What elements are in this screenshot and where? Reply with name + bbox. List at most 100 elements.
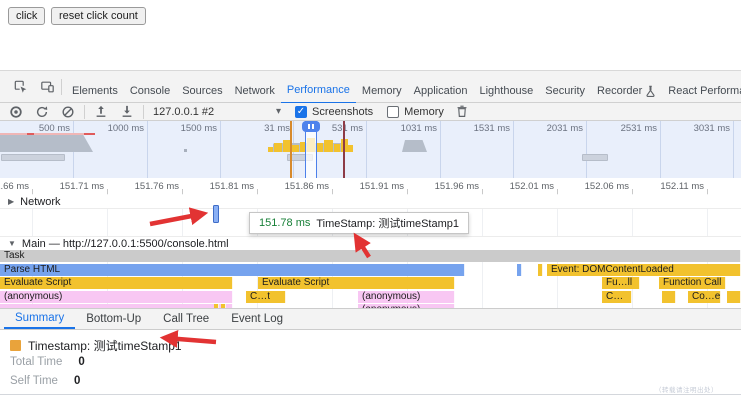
tab-lighthouse[interactable]: Lighthouse <box>473 78 539 104</box>
save-profile-icon[interactable] <box>120 105 134 119</box>
memory-label: Memory <box>404 106 444 118</box>
flame-bar-function-call[interactable]: Function Call <box>659 277 726 289</box>
tab-sources[interactable]: Sources <box>176 78 228 104</box>
long-task-indicator <box>0 133 95 135</box>
flame-bar-event-domcontentloaded[interactable]: Event: DOMContentLoaded <box>547 264 741 276</box>
click-button[interactable]: click <box>8 7 45 25</box>
summary-stat-label: Self Time <box>10 375 58 387</box>
screenshots-label: Screenshots <box>312 106 373 118</box>
checkbox-unchecked-icon[interactable] <box>387 106 399 118</box>
timeline-overview[interactable]: 500 ms1000 ms1500 ms31 ms531 ms1031 ms15… <box>0 121 741 178</box>
cpu-dot <box>184 149 187 152</box>
profile-select[interactable]: 127.0.0.1 #2 ▾ <box>153 106 281 118</box>
detail-ruler: 151.66 ms151.71 ms151.76 ms151.81 ms151.… <box>0 178 741 194</box>
record-icon[interactable] <box>9 105 23 119</box>
summary-legend-label: Timestamp: 测试timeStamp1 <box>28 337 182 354</box>
flame-bar-evaluate-script[interactable]: Evaluate Script <box>0 277 233 289</box>
overview-tick-label: 31 ms <box>230 123 290 134</box>
memory-checkbox[interactable]: Memory <box>387 106 444 118</box>
details-tab-summary[interactable]: Summary <box>4 309 75 329</box>
overview-network-bar <box>1 154 65 161</box>
disclosure-collapsed-icon[interactable]: ▶ <box>8 197 14 206</box>
tab-console[interactable]: Console <box>124 78 176 104</box>
page-area: click reset click count <box>0 0 741 70</box>
device-toolbar-icon[interactable] <box>40 79 55 94</box>
flame-bar-evaluate-script[interactable]: Evaluate Script <box>258 277 455 289</box>
summary-panel: Timestamp: 测试timeStamp1 Total Time0 Self … <box>0 330 741 395</box>
flask-icon <box>645 85 656 97</box>
overview-tick-label: 3031 ms <box>670 123 730 134</box>
tab-react-performance[interactable]: React Performance <box>662 78 741 104</box>
scripting-activity-bar <box>274 143 282 152</box>
overview-grid-line <box>586 121 587 178</box>
summary-stat-row: Total Time0 <box>10 356 85 368</box>
ruler-tick-label: 151.81 ms <box>184 181 254 192</box>
flame-bar--anonymous-[interactable]: (anonymous) <box>358 291 455 303</box>
overview-grid-line <box>513 121 514 178</box>
flame-bar-task[interactable]: Task <box>0 250 741 262</box>
overview-tick-label: 1031 ms <box>377 123 437 134</box>
network-section-label: Network <box>20 196 60 208</box>
tab-network[interactable]: Network <box>229 78 281 104</box>
profile-select-value: 127.0.0.1 #2 <box>153 106 214 118</box>
overview-grid-line <box>220 121 221 178</box>
main-section-label: Main — http://127.0.0.1:5500/console.htm… <box>22 238 229 250</box>
grip-line <box>308 124 310 129</box>
scripting-activity-bar <box>291 145 299 152</box>
tab-security[interactable]: Security <box>539 78 591 104</box>
ruler-tick-label: 152.06 ms <box>559 181 629 192</box>
selection-grip-handle[interactable] <box>302 121 320 132</box>
flame-bar-co-e[interactable]: Co…e <box>688 291 721 303</box>
cpu-activity-shape <box>0 134 93 152</box>
overview-grid-line <box>366 121 367 178</box>
summary-stat-value: 0 <box>78 356 84 368</box>
checkbox-checked-icon[interactable]: ✓ <box>295 106 307 118</box>
flame-bar[interactable] <box>517 264 522 276</box>
overview-dark-red-line <box>343 121 345 178</box>
details-tab-bottom-up[interactable]: Bottom-Up <box>75 309 152 329</box>
details-tab-bar: SummaryBottom-UpCall TreeEvent Log <box>0 308 741 330</box>
disclosure-expanded-icon[interactable]: ▼ <box>8 239 16 248</box>
tab-memory[interactable]: Memory <box>356 78 408 104</box>
scripting-activity-bar <box>324 140 333 152</box>
clear-icon[interactable] <box>61 105 75 119</box>
load-profile-icon[interactable] <box>94 105 108 119</box>
scripting-activity-bar <box>316 143 323 152</box>
flame-bar[interactable] <box>662 291 676 303</box>
overview-network-bar <box>582 154 608 161</box>
flame-bar[interactable] <box>727 291 741 303</box>
details-tab-event-log[interactable]: Event Log <box>220 309 294 329</box>
tab-application[interactable]: Application <box>408 78 474 104</box>
timestamp-tooltip: 151.78 ms TimeStamp: 测试timeStamp1 <box>249 212 469 234</box>
overview-grid-line <box>733 121 734 178</box>
watermark: （转载请注明出处） <box>655 384 718 394</box>
reload-icon[interactable] <box>35 105 49 119</box>
trash-icon[interactable] <box>456 105 468 118</box>
flame-bar-c-[interactable]: C… <box>602 291 632 303</box>
flamechart-tracks: ▶ Network 151.78 ms TimeStamp: 测试timeSta… <box>0 194 741 308</box>
ruler-tick-label: 151.86 ms <box>259 181 329 192</box>
flame-bar--anonymous-[interactable]: (anonymous) <box>0 291 233 303</box>
flame-bar-c-t[interactable]: C…t <box>246 291 286 303</box>
timestamp-color-swatch <box>10 340 21 351</box>
inspect-element-icon[interactable] <box>13 79 28 94</box>
screen: click reset click count ElementsConsoleS… <box>0 0 741 400</box>
flame-bar-fu-ll[interactable]: Fu…ll <box>602 277 640 289</box>
flame-bar[interactable] <box>538 264 543 276</box>
overview-grid-line <box>440 121 441 178</box>
reset-click-count-button[interactable]: reset click count <box>51 7 146 25</box>
scripting-activity-bar <box>334 144 340 152</box>
network-section-header[interactable]: ▶ Network <box>0 195 741 209</box>
screenshots-checkbox[interactable]: ✓ Screenshots <box>295 106 373 118</box>
grip-line <box>312 124 314 129</box>
summary-legend: Timestamp: 测试timeStamp1 <box>10 337 182 354</box>
tab-recorder[interactable]: Recorder <box>591 78 662 104</box>
tab-performance[interactable]: Performance <box>281 78 356 104</box>
tab-elements[interactable]: Elements <box>66 78 124 104</box>
overview-tick-label: 1531 ms <box>450 123 510 134</box>
flame-bar-parse-html[interactable]: Parse HTML <box>0 264 465 276</box>
timestamp-marker[interactable] <box>213 205 219 223</box>
ruler-tick-label: 151.96 ms <box>409 181 479 192</box>
details-tab-call-tree[interactable]: Call Tree <box>152 309 220 329</box>
main-section-header[interactable]: ▼ Main — http://127.0.0.1:5500/console.h… <box>0 236 741 250</box>
